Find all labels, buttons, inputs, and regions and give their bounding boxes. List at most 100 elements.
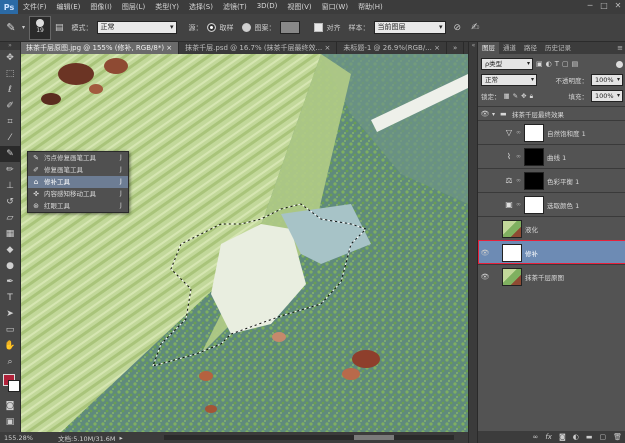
layer-row[interactable]: 液化: [478, 216, 625, 240]
adjust-icon[interactable]: ◐: [573, 433, 579, 441]
aligned-checkbox[interactable]: [313, 23, 323, 32]
tab-history[interactable]: 历史记录: [541, 42, 575, 54]
ignore-adjustment-icon[interactable]: ⊘: [454, 23, 462, 33]
menu-item[interactable]: 选择(S): [184, 2, 218, 12]
eyedropper-tool-icon[interactable]: ⁄: [0, 130, 20, 146]
chain-icon[interactable]: ∞: [516, 201, 522, 208]
tool-preset-arrow-icon[interactable]: ▾: [22, 24, 25, 31]
close-button[interactable]: ✕: [613, 1, 623, 11]
flyout-item[interactable]: ✜ 内容感知移动工具 J: [28, 188, 128, 200]
layer-row[interactable]: 👁︎ 抹茶千层原图: [478, 264, 625, 288]
screen-mode-icon[interactable]: ▣: [0, 414, 20, 430]
layer-mask-thumbnail[interactable]: [524, 147, 544, 166]
chain-icon[interactable]: ∞: [516, 177, 522, 184]
filter-smart-icon[interactable]: ▤: [572, 60, 579, 68]
layer-row[interactable]: ⚖ ∞ 色彩平衡 1: [478, 168, 625, 192]
dodge-tool-icon[interactable]: ●: [0, 258, 20, 274]
lock-paint-icon[interactable]: ✎: [513, 92, 518, 100]
flyout-item[interactable]: ⊛ 红眼工具 J: [28, 200, 128, 212]
filter-adjust-icon[interactable]: ◐: [546, 60, 552, 68]
menu-item[interactable]: 帮助(H): [353, 2, 388, 12]
menu-item[interactable]: 文件(F): [18, 2, 52, 12]
blend-mode-select[interactable]: 正常: [481, 74, 537, 86]
eye-icon[interactable]: 👁︎: [478, 249, 492, 257]
color-swatches[interactable]: [0, 370, 20, 398]
history-brush-tool-icon[interactable]: ↺: [0, 194, 20, 210]
zoom-tool-icon[interactable]: ⌕: [0, 354, 20, 370]
quick-mask-icon[interactable]: ◙: [0, 398, 20, 414]
eye-icon[interactable]: 👁︎: [478, 273, 492, 281]
flyout-item[interactable]: ✎ 污点修复画笔工具 J: [28, 152, 128, 164]
lock-all-icon[interactable]: 🔒︎: [530, 92, 533, 101]
eye-icon[interactable]: 👁︎: [478, 110, 492, 118]
layer-mask-thumbnail[interactable]: [524, 195, 544, 214]
type-tool-icon[interactable]: T: [0, 290, 20, 306]
document-tab[interactable]: 抹茶千层.psd @ 16.7% (抹茶千层最终效... ×: [179, 42, 338, 54]
layer-row-selected[interactable]: 👁︎ 修补: [478, 240, 625, 264]
pattern-swatch[interactable]: [279, 21, 300, 34]
path-select-tool-icon[interactable]: ➤: [0, 306, 20, 322]
document-canvas[interactable]: [21, 54, 468, 432]
filter-shape-icon[interactable]: ▢: [562, 60, 569, 68]
status-arrow-icon[interactable]: ▸: [120, 434, 123, 442]
filter-type-icon[interactable]: T: [555, 60, 559, 68]
filter-pixel-icon[interactable]: ▣: [536, 60, 543, 68]
brush-tool-icon[interactable]: ✏: [0, 162, 20, 178]
lock-transparent-icon[interactable]: ▦: [504, 92, 510, 100]
chain-icon[interactable]: ∞: [516, 129, 522, 136]
brush-panel-icon[interactable]: ▤: [55, 23, 64, 33]
brush-size-picker[interactable]: 19: [29, 15, 52, 40]
layer-thumbnail[interactable]: [502, 267, 522, 286]
menu-item[interactable]: 类型(Y): [150, 2, 184, 12]
mode-select[interactable]: 正常: [96, 21, 177, 34]
document-tab-active[interactable]: 抹茶千层原图.jpg @ 155% (修补, RGB/8*) ×: [20, 42, 180, 54]
tab-paths[interactable]: 路径: [520, 42, 541, 54]
tab-channels[interactable]: 通道: [499, 42, 520, 54]
layer-row[interactable]: ⌇ ∞ 曲线 1: [478, 144, 625, 168]
pattern-radio[interactable]: [241, 23, 251, 32]
layer-row[interactable]: ▽ ∞ 自然饱和度 1: [478, 120, 625, 144]
marquee-tool-icon[interactable]: ⬚: [0, 66, 20, 82]
document-tab[interactable]: »: [446, 42, 465, 54]
document-tab[interactable]: 未标题-1 @ 26.9%(RGB/... ×: [337, 42, 447, 54]
background-color-swatch[interactable]: [8, 380, 20, 392]
flyout-item[interactable]: ⌂ 修补工具 J: [28, 176, 128, 188]
opacity-field[interactable]: 100%: [591, 74, 623, 86]
move-tool-icon[interactable]: ✥: [0, 50, 20, 66]
mask-icon[interactable]: ◙: [559, 433, 566, 441]
horizontal-scrollbar[interactable]: [164, 435, 454, 440]
sample-select[interactable]: 当前图层: [373, 21, 446, 34]
new-layer-icon[interactable]: ▢: [599, 433, 606, 441]
crop-tool-icon[interactable]: ⌗: [0, 114, 20, 130]
pressure-icon[interactable]: ✍: [471, 22, 479, 33]
lasso-tool-icon[interactable]: ℓ: [0, 82, 20, 98]
clone-stamp-tool-icon[interactable]: ⊥: [0, 178, 20, 194]
shape-tool-icon[interactable]: ▭: [0, 322, 20, 338]
toolbar-grip[interactable]: »: [0, 42, 20, 50]
filter-type-select[interactable]: ρ类型: [481, 58, 533, 70]
menu-item[interactable]: 滤镜(T): [218, 2, 252, 12]
scrollbar-thumb[interactable]: [354, 435, 394, 440]
layer-mask-thumbnail[interactable]: [524, 123, 544, 142]
layer-mask-thumbnail[interactable]: [524, 171, 544, 190]
layer-thumbnail[interactable]: [502, 243, 522, 262]
maximize-button[interactable]: □: [599, 1, 609, 11]
blur-tool-icon[interactable]: ◆: [0, 242, 20, 258]
menu-item[interactable]: 图层(L): [117, 2, 150, 12]
layer-group[interactable]: 👁︎ ▾ ▬ 抹茶千层最终效果: [478, 106, 625, 121]
sampled-radio[interactable]: [206, 23, 216, 32]
flyout-item[interactable]: ✐ 修复画笔工具 J: [28, 164, 128, 176]
gradient-tool-icon[interactable]: ▦: [0, 226, 20, 242]
layer-thumbnail[interactable]: [502, 219, 522, 238]
lock-move-icon[interactable]: ✥: [521, 92, 526, 100]
brush-tool-icon[interactable]: ✎: [4, 21, 18, 34]
healing-tool-icon[interactable]: ✎: [0, 146, 20, 162]
fill-field[interactable]: 100%: [591, 90, 623, 102]
tab-layers[interactable]: 图层: [478, 42, 499, 54]
trash-icon[interactable]: 🗑︎: [613, 433, 622, 441]
hand-tool-icon[interactable]: ✋: [0, 338, 20, 354]
menu-item[interactable]: 窗口(W): [317, 2, 353, 12]
menu-item[interactable]: 图像(I): [85, 2, 117, 12]
quick-select-tool-icon[interactable]: ✐: [0, 98, 20, 114]
filter-toggle-icon[interactable]: [616, 60, 623, 68]
